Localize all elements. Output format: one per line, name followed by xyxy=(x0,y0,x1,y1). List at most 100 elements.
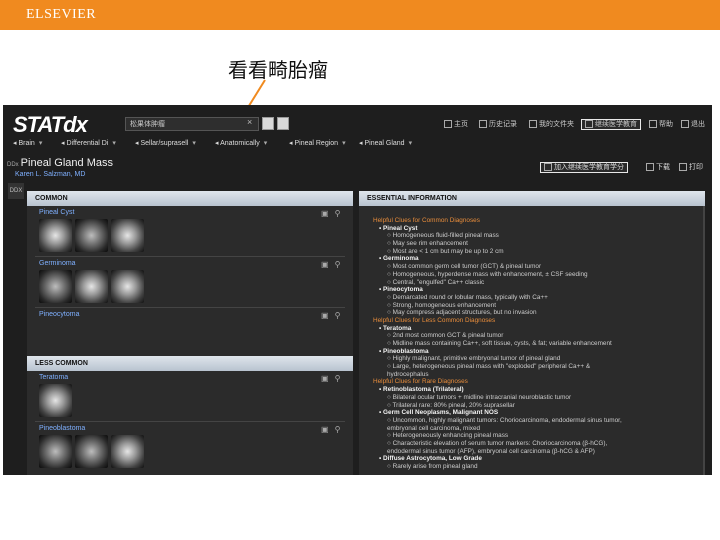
thumbnail-image[interactable] xyxy=(39,435,72,468)
image-icon[interactable] xyxy=(277,117,289,130)
clue-text: ○ Highly malignant, primitive embryonal … xyxy=(387,355,561,363)
list-item-pineoblastoma[interactable]: Pineoblastoma xyxy=(39,425,85,432)
toolbar-my-folders[interactable]: 我的文件夹 xyxy=(529,119,574,129)
toolbar-logout[interactable]: 退出 xyxy=(681,119,705,129)
toolbar-history[interactable]: 历史记录 xyxy=(479,119,517,129)
statdx-window: STATdx 松果体肿瘤 × 主页 历史记录 我的文件夹 继续医学教育 帮助 退… xyxy=(3,105,712,475)
diagnosis-heading[interactable]: ▪ Germinoma xyxy=(373,255,703,263)
toolbar-help[interactable]: 帮助 xyxy=(649,119,673,129)
zoom-icon[interactable]: ⚲ xyxy=(335,209,341,218)
clue-text: ○ Heterogeneously enhancing pineal mass xyxy=(387,432,509,440)
clue-text: hydrocephalus xyxy=(387,370,429,378)
breadcrumb-item[interactable]: ◂ Brain ▾ xyxy=(13,139,42,147)
less-common-body: Teratoma ▣ ⚲ Pineoblastoma ▣ ⚲ xyxy=(27,371,353,475)
clue-text: ○ Uncommon, highly malignant tumors: Cho… xyxy=(387,416,622,424)
brand-name: ELSEVIER xyxy=(26,7,97,22)
clue-text: ○ 2nd most common GCT & pineal tumor xyxy=(387,332,504,340)
add-to-folder-icon[interactable]: ▣ xyxy=(321,374,329,383)
history-icon xyxy=(479,120,487,129)
thumbnail-image[interactable] xyxy=(39,219,72,252)
chevron-down-icon: ▾ xyxy=(192,140,196,147)
cme-icon xyxy=(585,120,593,129)
section-header-less-common: LESS COMMON xyxy=(27,356,353,371)
list-item-pineal-cyst[interactable]: Pineal Cyst xyxy=(39,209,74,216)
clues-heading: Helpful Clues for Rare Diagnoses xyxy=(373,378,468,386)
add-to-folder-icon[interactable]: ▣ xyxy=(321,425,329,434)
list-item-pineocytoma[interactable]: Pineocytoma xyxy=(39,311,79,318)
author-link[interactable]: Karen L. Salzman, MD xyxy=(15,171,85,178)
thumbnail-image[interactable] xyxy=(75,435,108,468)
brand-bar: ELSEVIER xyxy=(0,0,720,30)
diagnosis-heading[interactable]: ▪ Retinoblastoma (Trilateral) xyxy=(373,386,703,394)
diagnosis-heading[interactable]: ▪ Teratoma xyxy=(373,325,703,333)
thumbnail-image[interactable] xyxy=(39,270,72,303)
thumbnail-image[interactable] xyxy=(39,384,72,417)
row-icons: ▣ ⚲ xyxy=(321,311,346,320)
clue-text: ○ Central, "engulfed" Ca++ classic xyxy=(387,278,485,286)
download-icon xyxy=(646,163,654,172)
breadcrumb-item[interactable]: ◂ Pineal Gland ▾ xyxy=(359,139,412,147)
ddx-list-panel-lower: LESS COMMON Teratoma ▣ ⚲ Pineoblastoma ▣ ⚲ xyxy=(27,356,353,475)
logout-icon xyxy=(681,120,689,129)
breadcrumb-item[interactable]: ◂ Pineal Region ▾ xyxy=(289,139,346,147)
statdx-logo: STATdx xyxy=(13,112,88,137)
thumbnail-image[interactable] xyxy=(111,270,144,303)
diagnosis-heading[interactable]: ▪ Pineocytoma xyxy=(373,286,703,294)
clue-text: ○ Most are < 1 cm but may be up to 2 cm xyxy=(387,247,504,255)
chevron-down-icon: ▾ xyxy=(263,140,268,147)
diagnosis-heading[interactable]: ▪ Diffuse Astrocytoma, Low Grade xyxy=(373,455,703,463)
diagnosis-heading[interactable]: ▪ Pineal Cyst xyxy=(373,225,703,233)
clue-text: ○ Most common germ cell tumor (GCT) & pi… xyxy=(387,263,542,271)
clue-text: ○ Large, heterogeneous pineal mass with … xyxy=(387,363,591,371)
divider xyxy=(35,421,345,422)
breadcrumb-item[interactable]: ◂ Anatomically ▾ xyxy=(215,139,267,147)
search-input[interactable]: 松果体肿瘤 xyxy=(125,117,259,131)
breadcrumb-item[interactable]: ◂ Sellar/suprasell ▾ xyxy=(135,139,196,147)
row-icons: ▣ ⚲ xyxy=(321,425,346,434)
download-button[interactable]: 下载 xyxy=(646,162,670,172)
zoom-icon[interactable]: ⚲ xyxy=(335,425,341,434)
toolbar-cme[interactable]: 继续医学教育 xyxy=(581,119,641,130)
chevron-down-icon: ▾ xyxy=(112,140,116,147)
folder-icon xyxy=(529,120,537,129)
clue-text: ○ Midline mass containing Ca++, soft tis… xyxy=(387,340,612,347)
thumbnail-image[interactable] xyxy=(75,270,108,303)
clues-heading: Helpful Clues for Less Common Diagnoses xyxy=(373,316,496,324)
zoom-icon[interactable]: ⚲ xyxy=(335,311,341,320)
breadcrumb-item[interactable]: ◂ Differential Di ▾ xyxy=(61,139,116,147)
print-button[interactable]: 打印 xyxy=(679,162,703,172)
clue-text: ○ Characteristic elevation of serum tumo… xyxy=(387,439,608,447)
print-icon xyxy=(679,163,687,172)
side-tab-ddx[interactable]: DDX xyxy=(8,183,24,199)
add-cme-credit-button[interactable]: 加入继续医学教育学分 xyxy=(540,162,628,173)
clue-text: ○ Trilateral rare: 80% pineal, 20% supra… xyxy=(387,401,515,409)
zoom-icon[interactable]: ⚲ xyxy=(335,260,341,269)
zoom-icon[interactable]: ⚲ xyxy=(335,374,341,383)
clue-text: ○ Strong, homogeneous enhancement xyxy=(387,301,497,309)
row-icons: ▣ ⚲ xyxy=(321,374,346,383)
clear-search-icon[interactable]: × xyxy=(247,117,252,127)
list-item-germinoma[interactable]: Germinoma xyxy=(39,260,76,267)
toolbar-home[interactable]: 主页 xyxy=(444,119,468,129)
help-icon xyxy=(649,120,657,129)
list-item-teratoma[interactable]: Teratoma xyxy=(39,374,68,381)
scrollbar[interactable] xyxy=(703,206,705,475)
add-to-folder-icon[interactable]: ▣ xyxy=(321,209,329,218)
slide-caption: 看看畸胎瘤 xyxy=(228,58,328,82)
thumbnail-image[interactable] xyxy=(111,219,144,252)
diagnosis-heading[interactable]: ▪ Pineoblastoma xyxy=(373,348,703,356)
row-icons: ▣ ⚲ xyxy=(321,209,346,218)
essential-information-panel: ESSENTIAL INFORMATION Helpful Clues for … xyxy=(359,191,705,475)
cme-credit-icon xyxy=(544,163,552,172)
clue-text: embryonal cell carcinoma, mixed xyxy=(387,424,481,432)
document-icon[interactable] xyxy=(262,117,274,130)
chevron-down-icon: ▾ xyxy=(408,140,413,147)
add-to-folder-icon[interactable]: ▣ xyxy=(321,311,329,320)
thumbnail-image[interactable] xyxy=(75,219,108,252)
clue-text: ○ May see rim enhancement xyxy=(387,240,468,248)
clue-text: ○ Bilateral ocular tumors + midline intr… xyxy=(387,393,572,401)
diagnosis-heading[interactable]: ▪ Germ Cell Neoplasms, Malignant NOS xyxy=(373,409,703,417)
thumbnail-image[interactable] xyxy=(111,435,144,468)
add-to-folder-icon[interactable]: ▣ xyxy=(321,260,329,269)
divider xyxy=(35,307,345,308)
